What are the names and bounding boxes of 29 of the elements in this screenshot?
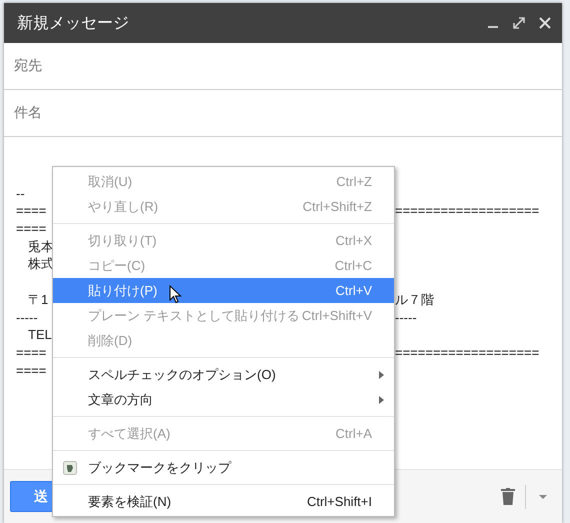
submenu-arrow-icon [379,396,384,404]
body-text: 〒1 [27,292,48,307]
body-text: 兎本 [27,238,54,254]
body-text: ル７階 [395,292,434,307]
body-text: -- [16,186,25,201]
submenu-arrow-icon [379,370,384,378]
delete-icon[interactable] [501,488,515,505]
body-text: ==== [16,203,46,218]
body-text: ==== [16,344,46,360]
body-text: ----- [16,310,38,324]
mouse-cursor-icon [169,285,182,304]
menu-item[interactable]: ブックマークをクリップ [53,455,394,480]
close-icon[interactable] [538,16,552,30]
field-label: 宛先 [14,57,42,75]
body-text: ==== [16,221,46,236]
window-title: 新規メッセージ [17,12,130,34]
expand-icon[interactable] [512,16,526,30]
body-text: ----- [395,310,417,324]
menu-item[interactable]: 文章の方向 [53,387,394,412]
menu-item[interactable]: 貼り付け(P) Ctrl+V [53,278,394,303]
field-label: 件名 [14,104,42,122]
recipient-field[interactable]: 宛先 [4,43,562,90]
clip-icon [63,461,77,475]
menu-item[interactable]: スペルチェックのオプション(O) [53,362,394,387]
body-text: TEL [27,327,52,342]
body-text: =================== [395,203,540,218]
body-text: ==== [16,362,46,378]
recipient-field[interactable]: 件名 [4,90,562,137]
body-text: =================== [395,344,540,360]
